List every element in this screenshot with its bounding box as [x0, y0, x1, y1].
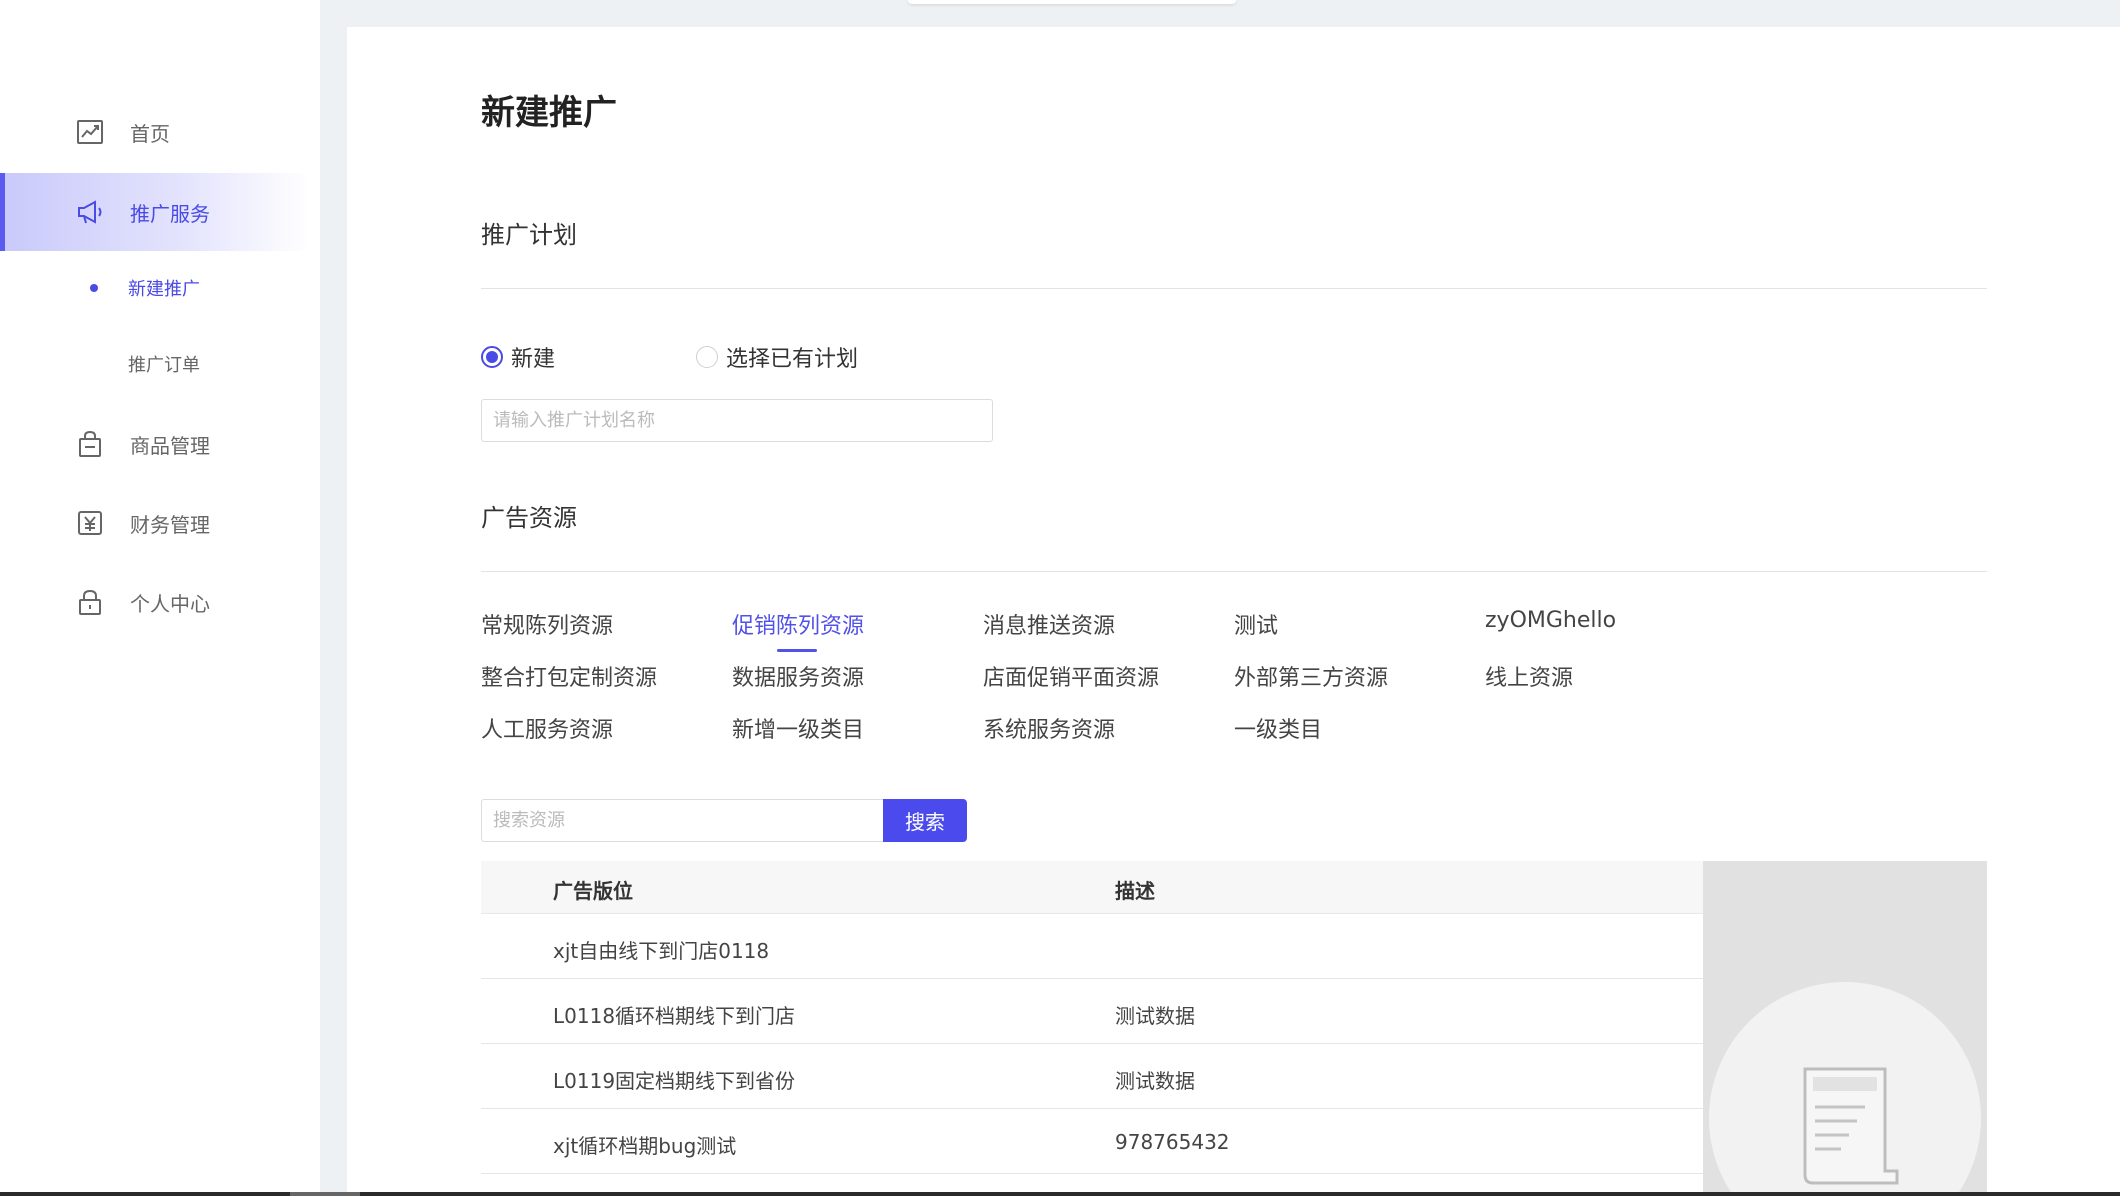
category-tab-promo-display[interactable]: 促销陈列资源 — [732, 608, 864, 652]
category-tab-third-party[interactable]: 外部第三方资源 — [1234, 660, 1388, 692]
cell-ad-position: L0118循环档期线下到门店 — [553, 1004, 796, 1028]
radio-new-plan[interactable]: 新建 — [481, 341, 555, 373]
category-tab-message-push[interactable]: 消息推送资源 — [983, 608, 1115, 640]
table-row[interactable]: xjt自由线下到门店0118 — [481, 914, 1703, 979]
sidebar-subitem-promotion-orders[interactable]: 推广订单 — [0, 334, 310, 394]
sidebar-item-label: 首页 — [130, 121, 170, 146]
radio-label: 新建 — [511, 347, 556, 372]
category-tab-system-service[interactable]: 系统服务资源 — [983, 712, 1115, 744]
category-tab-top-category[interactable]: 一级类目 — [1234, 712, 1322, 744]
active-dot-icon — [90, 284, 98, 292]
yuan-receipt-icon — [74, 507, 106, 539]
category-tab-regular-display[interactable]: 常规陈列资源 — [481, 608, 613, 640]
resource-table: 广告版位 描述 xjt自由线下到门店0118 L0118循环档期线下到门店 测试… — [481, 861, 1987, 1196]
sidebar: 首页 推广服务 新建推广 推广订单 商品管理 财务管理 个人中心 — [0, 0, 320, 1196]
table-row[interactable]: L0119固定档期线下到省份 测试数据 — [481, 1044, 1703, 1109]
sidebar-item-promotion[interactable]: 推广服务 — [0, 173, 310, 251]
category-tab-test[interactable]: 测试 — [1234, 608, 1278, 640]
resource-search-input[interactable] — [481, 799, 884, 842]
sidebar-subitem-label: 新建推广 — [128, 279, 200, 300]
top-tab-indicator — [908, 0, 1236, 4]
sidebar-item-label: 推广服务 — [130, 201, 210, 226]
main-content: 新建推广 推广计划 新建 选择已有计划 广告资源 常规陈列资源 促销陈列资源 消… — [347, 27, 2120, 1196]
table-header: 广告版位 描述 — [481, 861, 1703, 914]
lock-icon — [74, 586, 106, 618]
radio-unchecked-icon — [696, 346, 718, 368]
column-header-ad-position: 广告版位 — [553, 879, 633, 903]
column-header-description: 描述 — [1115, 879, 1155, 903]
category-tab-bundle-custom[interactable]: 整合打包定制资源 — [481, 660, 657, 692]
section-title-plan: 推广计划 — [481, 221, 577, 249]
section-title-resources: 广告资源 — [481, 504, 577, 532]
sidebar-subitem-label: 推广订单 — [128, 355, 200, 376]
plan-name-input[interactable] — [481, 399, 993, 442]
preview-panel — [1703, 861, 1987, 1196]
horizontal-scrollbar[interactable] — [0, 1192, 2120, 1196]
sidebar-item-personal-center[interactable]: 个人中心 — [0, 563, 310, 641]
category-tab-store-promo-print[interactable]: 店面促销平面资源 — [983, 660, 1159, 692]
sidebar-subitem-new-promotion[interactable]: 新建推广 — [0, 258, 310, 318]
category-tab-new-top-category[interactable]: 新增一级类目 — [732, 712, 864, 744]
table-row[interactable]: xjt循环档期bug测试 978765432 — [481, 1109, 1703, 1174]
page-title: 新建推广 — [481, 93, 617, 133]
sidebar-item-products[interactable]: 商品管理 — [0, 405, 310, 483]
divider — [481, 288, 1987, 289]
category-tab-zyomghello[interactable]: zyOMGhello — [1485, 608, 1616, 633]
cell-ad-position: xjt自由线下到门店0118 — [553, 939, 770, 963]
radio-label: 选择已有计划 — [726, 347, 859, 372]
megaphone-icon — [74, 196, 106, 228]
sidebar-item-label: 个人中心 — [130, 591, 210, 616]
category-tab-online[interactable]: 线上资源 — [1485, 660, 1573, 692]
bag-icon — [74, 428, 106, 460]
category-tab-data-service[interactable]: 数据服务资源 — [732, 660, 864, 692]
sidebar-item-label: 财务管理 — [130, 512, 210, 537]
radio-existing-plan[interactable]: 选择已有计划 — [696, 341, 858, 373]
cell-ad-position: L0119固定档期线下到省份 — [553, 1069, 796, 1093]
sidebar-item-home[interactable]: 首页 — [0, 93, 310, 171]
sidebar-item-finance[interactable]: 财务管理 — [0, 484, 310, 562]
table-row[interactable]: L0118循环档期线下到门店 测试数据 — [481, 979, 1703, 1044]
sidebar-item-label: 商品管理 — [130, 433, 210, 458]
cell-ad-position: xjt循环档期bug测试 — [553, 1134, 737, 1158]
chart-line-icon — [74, 116, 106, 148]
cell-description: 测试数据 — [1115, 1069, 1195, 1093]
scrollbar-thumb[interactable] — [290, 1192, 360, 1196]
search-button[interactable]: 搜索 — [883, 799, 967, 842]
category-tab-manual-service[interactable]: 人工服务资源 — [481, 712, 613, 744]
divider — [481, 571, 1987, 572]
cell-description: 测试数据 — [1115, 1004, 1195, 1028]
cell-description: 978765432 — [1115, 1130, 1230, 1154]
radio-checked-icon — [481, 346, 503, 368]
document-scroll-icon — [1803, 1067, 1899, 1185]
